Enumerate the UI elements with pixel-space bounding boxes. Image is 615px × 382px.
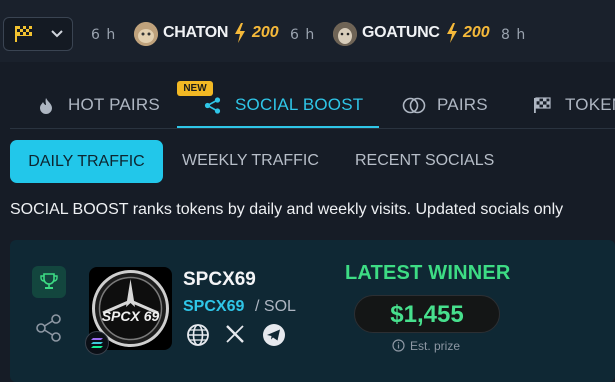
active-tab-indicator bbox=[177, 126, 379, 128]
latest-winner-heading: LATEST WINNER bbox=[345, 262, 511, 284]
ticker-amount: 200 bbox=[463, 24, 490, 41]
solana-icon bbox=[91, 338, 103, 348]
token-symbol: SPCX69 bbox=[183, 298, 245, 315]
new-badge: NEW bbox=[177, 81, 213, 96]
winner-card: SPCX 69 SPCX69 SPCX69 / SOL LATEST WINNE… bbox=[10, 240, 615, 382]
tab-social-boost[interactable]: SOCIAL BOOST bbox=[235, 95, 363, 115]
tab-hot-pairs[interactable]: HOT PAIRS bbox=[68, 95, 160, 115]
ticker-time: 8 h bbox=[501, 27, 527, 43]
tab-token[interactable]: TOKEN bbox=[565, 95, 615, 115]
ticker-token-name[interactable]: GOATUNC bbox=[362, 24, 440, 42]
ticker-time: 6 h bbox=[290, 27, 316, 43]
x-icon[interactable] bbox=[224, 323, 246, 345]
chevron-down-icon bbox=[51, 30, 63, 38]
telegram-icon[interactable] bbox=[262, 323, 286, 347]
filter-dropdown-button[interactable] bbox=[3, 17, 73, 51]
trophy-icon bbox=[40, 273, 58, 289]
token-name[interactable]: SPCX69 bbox=[183, 269, 256, 291]
globe-icon[interactable] bbox=[186, 323, 210, 347]
avatar bbox=[333, 22, 357, 46]
logo-text-1: SPCX 69 bbox=[102, 308, 160, 324]
subtab-weekly-traffic[interactable]: WEEKLY TRAFFIC bbox=[182, 152, 319, 170]
top-ticker-bar: 6 h CHATON 200 6 h GOATUNC 200 8 h bbox=[0, 0, 615, 62]
share-icon[interactable] bbox=[35, 314, 63, 342]
info-icon bbox=[392, 339, 405, 352]
trophy-button[interactable] bbox=[32, 266, 66, 298]
ticker-token-name[interactable]: CHATON bbox=[163, 24, 228, 42]
subtab-recent-socials[interactable]: RECENT SOCIALS bbox=[355, 152, 494, 170]
solana-chain-badge bbox=[85, 331, 109, 355]
token-chain: / SOL bbox=[255, 298, 296, 315]
share-icon bbox=[204, 97, 221, 114]
prize-amount: $1,455 bbox=[354, 295, 500, 333]
avatar bbox=[134, 22, 158, 46]
bolt-icon bbox=[235, 23, 245, 43]
main-tabs: HOT PAIRS SOCIAL BOOST PAIRS TOKEN bbox=[10, 78, 615, 129]
flame-icon bbox=[40, 98, 52, 114]
tab-pairs[interactable]: PAIRS bbox=[437, 95, 488, 115]
description-text: SOCIAL BOOST ranks tokens by daily and w… bbox=[10, 201, 564, 218]
bolt-icon bbox=[447, 23, 457, 43]
pairs-icon bbox=[402, 97, 426, 114]
prize-note: Est. prize bbox=[410, 339, 461, 353]
ticker-time: 6 h bbox=[91, 27, 117, 43]
checkered-flag-icon bbox=[534, 97, 551, 113]
checkered-flag-icon bbox=[15, 26, 32, 42]
ticker-amount: 200 bbox=[252, 24, 279, 41]
subtab-daily-traffic[interactable]: DAILY TRAFFIC bbox=[10, 140, 163, 183]
